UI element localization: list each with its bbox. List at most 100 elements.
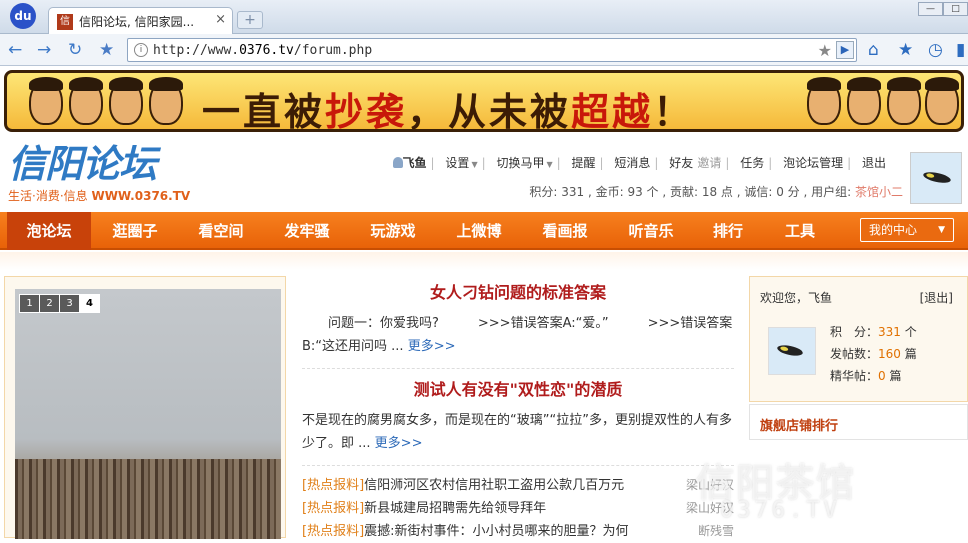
- cartoon-face-icon: [109, 77, 143, 125]
- forum-admin-link[interactable]: 泡论坛管理: [783, 156, 843, 170]
- banner-slogan: 一直被抄袭，从未被超越！: [202, 89, 695, 132]
- browser-tab[interactable]: 信信阳论坛, 信阳家园... ×: [48, 7, 233, 34]
- url-text[interactable]: http://www.0376.tv/forum.php: [153, 43, 372, 58]
- favorite-star-icon[interactable]: ★: [818, 41, 832, 60]
- news-tag[interactable]: [热点报料]: [302, 478, 364, 493]
- logout-link[interactable]: 退出: [862, 156, 886, 170]
- switch-account-link[interactable]: 切换马甲: [496, 156, 544, 170]
- nav-item-complain[interactable]: 发牢骚: [272, 212, 342, 250]
- cartoon-face-icon: [29, 77, 63, 125]
- news-title[interactable]: 信阳浉河区农村信用社职工盗用公款几百万元: [364, 478, 624, 493]
- news-title[interactable]: 震撼:新街村事件：小小村员哪来的胆量？为何: [364, 524, 628, 539]
- news-tag[interactable]: [热点报料]: [302, 501, 364, 516]
- nav-item-circles[interactable]: 逛圈子: [100, 212, 170, 250]
- tab-favicon-icon: 信: [57, 13, 73, 30]
- settings-link[interactable]: 设置: [445, 156, 469, 170]
- tab-title: 信阳论坛, 信阳家园...: [79, 15, 195, 29]
- article-title[interactable]: 女人刁钻问题的标准答案: [302, 280, 734, 306]
- article-summary: 问题一：你爱我吗? >>>错误答案A:“爱。” >>>错误答案B:“这还用问吗 …: [302, 316, 733, 354]
- address-bar[interactable]: i http://www.0376.tv/forum.php ★ ▶: [127, 38, 857, 62]
- more-link[interactable]: 更多>>: [408, 339, 456, 354]
- slider-image[interactable]: [15, 289, 281, 539]
- news-author[interactable]: 断残雪: [698, 520, 734, 543]
- slider-page-button[interactable]: 4: [79, 294, 100, 313]
- browser-logo-icon[interactable]: du: [10, 3, 36, 29]
- bookmark-icon[interactable]: ★: [99, 40, 114, 60]
- digest-value[interactable]: 0: [878, 369, 886, 383]
- tab-close-icon[interactable]: ×: [215, 12, 226, 27]
- user-credits: 积分: 331 , 金币: 93 个 , 贡献: 18 点 , 诚信: 0 分 …: [529, 185, 903, 199]
- slider-page-button[interactable]: 1: [19, 294, 40, 313]
- list-item[interactable]: [热点报料]新县城建局招聘需先给领导拜年 梁山好汉: [302, 497, 734, 520]
- watermark-url: 0376.TV: [720, 498, 841, 523]
- chevron-down-icon[interactable]: ▼: [471, 160, 477, 169]
- browser-toolbar: ← → ↻ ★ i http://www.0376.tv/forum.php ★…: [0, 34, 968, 66]
- minimize-button[interactable]: —: [918, 2, 943, 16]
- home-icon[interactable]: ⌂: [868, 40, 879, 60]
- fish-avatar-icon: [776, 343, 804, 358]
- nav-item-weibo[interactable]: 上微博: [444, 212, 514, 250]
- list-item[interactable]: [热点报料]震撼:新街村事件：小小村员哪来的胆量？为何 断残雪: [302, 520, 734, 543]
- shop-ranking-title[interactable]: 旗舰店铺排行: [760, 415, 838, 434]
- slider-page-button[interactable]: 3: [59, 294, 80, 313]
- user-icon: [392, 157, 403, 168]
- slider-page-button[interactable]: 2: [39, 294, 60, 313]
- username-link[interactable]: 飞鱼: [403, 156, 427, 170]
- cartoon-face-icon: [69, 77, 103, 125]
- new-tab-button[interactable]: +: [237, 11, 263, 29]
- forward-arrow-icon[interactable]: →: [37, 40, 51, 60]
- refresh-icon[interactable]: ↻: [68, 40, 82, 60]
- shop-ranking-box: 旗舰店铺排行: [749, 404, 968, 440]
- cartoon-face-icon: [847, 77, 881, 125]
- user-group-link[interactable]: 茶馆小二: [855, 185, 903, 199]
- fish-avatar-icon: [922, 170, 952, 185]
- more-link[interactable]: 更多>>: [375, 436, 423, 451]
- maximize-button[interactable]: □: [943, 2, 968, 16]
- go-icon[interactable]: ▶: [836, 41, 854, 59]
- profile-logout-link[interactable]: [退出]: [920, 289, 953, 306]
- main-nav: 泡论坛 逛圈子 看空间 发牢骚 玩游戏 上微博 看画报 听音乐 排行 工具 我的…: [0, 212, 968, 250]
- news-title[interactable]: 新县城建局招聘需先给领导拜年: [364, 501, 546, 516]
- browser-tabbar: du 信信阳论坛, 信阳家园... × + — □: [0, 0, 968, 34]
- cartoon-face-icon: [807, 77, 841, 125]
- sub-nav-strip: [0, 252, 968, 270]
- cartoon-face-icon: [925, 77, 959, 125]
- news-tag[interactable]: [热点报料]: [302, 524, 364, 539]
- friends-link[interactable]: 好友: [669, 156, 693, 170]
- messages-link[interactable]: 短消息: [614, 156, 650, 170]
- logo-slogan: 生活·消费·信息 WWW.0376.TV: [8, 189, 191, 203]
- logo-text: 信阳论坛: [8, 141, 157, 186]
- nav-item-pictorial[interactable]: 看画报: [530, 212, 600, 250]
- history-icon[interactable]: ◷: [928, 40, 943, 60]
- nav-item-forum[interactable]: 泡论坛: [7, 212, 91, 250]
- window-controls: — □: [918, 0, 968, 16]
- nav-item-space[interactable]: 看空间: [186, 212, 256, 250]
- page-info-icon[interactable]: i: [134, 43, 148, 57]
- user-profile-box: 欢迎您，飞鱼 [退出] 积 分：331 个 发帖数：160 篇 精华帖：0 篇: [749, 276, 968, 402]
- hot-news-list: [热点报料]信阳浉河区农村信用社职工盗用公款几百万元 梁山好汉 [热点报料]新县城…: [302, 474, 734, 543]
- site-logo[interactable]: 信阳论坛 生活·消费·信息 WWW.0376.TV: [8, 141, 191, 208]
- nav-item-ranking[interactable]: 排行: [702, 212, 754, 250]
- menu-icon[interactable]: ▮: [956, 40, 965, 60]
- article-title[interactable]: 测试人有没有"双性恋"的潜质: [302, 377, 734, 403]
- article-summary: 不是现在的腐男腐女多，而是现在的“玻璃”“拉拉”多，更别提双性的人有多少了。即 …: [302, 413, 732, 451]
- favorites-icon[interactable]: ★: [898, 40, 913, 60]
- nav-item-music[interactable]: 听音乐: [616, 212, 686, 250]
- tasks-link[interactable]: 任务: [740, 156, 764, 170]
- avatar[interactable]: [910, 152, 962, 204]
- reminder-link[interactable]: 提醒: [572, 156, 596, 170]
- nav-item-tools[interactable]: 工具: [774, 212, 826, 250]
- chevron-down-icon[interactable]: ▼: [546, 160, 552, 169]
- my-center-dropdown[interactable]: 我的中心 ▼: [860, 218, 954, 242]
- welcome-text: 欢迎您，飞鱼: [760, 291, 833, 305]
- cartoon-face-icon: [887, 77, 921, 125]
- credits-value: 331: [878, 325, 901, 339]
- back-arrow-icon[interactable]: ←: [8, 40, 22, 60]
- invite-link[interactable]: 邀请: [697, 156, 721, 170]
- ad-banner[interactable]: 一直被抄袭，从未被超越！: [4, 70, 964, 132]
- nav-item-games[interactable]: 玩游戏: [358, 212, 428, 250]
- profile-avatar[interactable]: [768, 327, 816, 375]
- user-toolbar: 飞鱼 | 设置 ▼ | 切换马甲 ▼ | 提醒 | 短消息 | 好友 邀请 | 任务 | 泡论坛管理…: [386, 154, 886, 171]
- posts-value[interactable]: 160: [878, 347, 901, 361]
- list-item[interactable]: [热点报料]信阳浉河区农村信用社职工盗用公款几百万元 梁山好汉: [302, 474, 734, 497]
